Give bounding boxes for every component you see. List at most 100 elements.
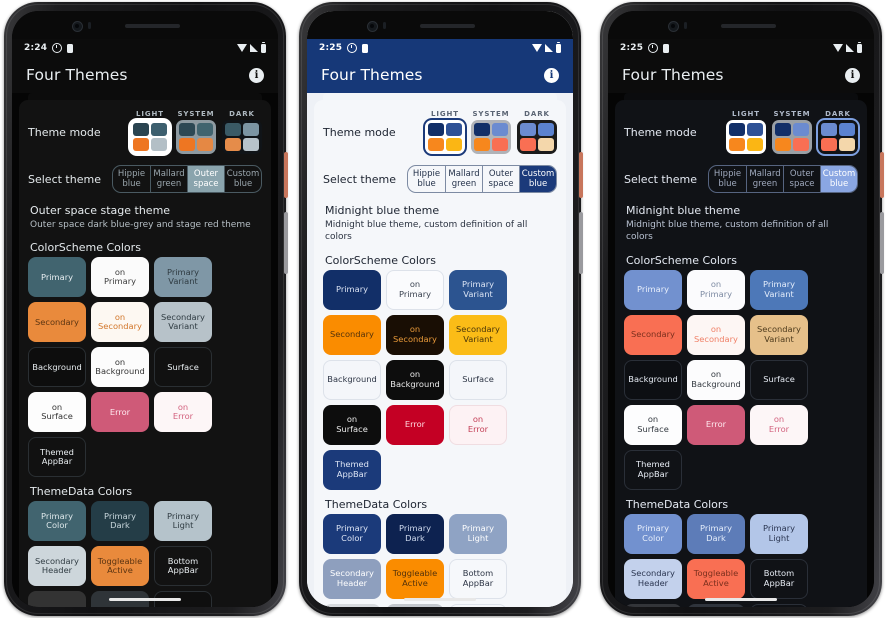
theme-mode-swatch-box[interactable] [130,120,170,154]
volume-button[interactable] [579,212,583,274]
theme-option-line1: Mallard [749,168,781,179]
color-chip-label: Surface [167,362,199,373]
theme-mode-caption: DARK [229,110,255,118]
theme-option-line2: green [752,179,778,189]
theme-mode-swatch-box[interactable] [425,120,465,154]
volume-button[interactable] [880,212,884,274]
power-button[interactable] [284,152,288,198]
theme-option-outer-space[interactable]: Outer space [482,165,519,193]
theme-option-line2: green [156,179,182,189]
color-chip-label: Primary Dark [700,523,732,543]
theme-card: Theme mode LIGHT SYSTEM DARK Select theme Hip… [314,100,566,607]
status-bar-left: 2:25 [620,43,670,53]
color-chip-line2: AppBar [763,577,795,588]
theme-option-hippie-blue[interactable]: Hippie blue [408,166,445,192]
color-chip-label: Bottom AppBar [168,556,198,576]
color-chip-label: Toggleable Active [393,568,437,588]
color-chip-label: Secondary Header [35,556,79,576]
color-chip-label: Primary Variant [167,267,199,287]
notch-bar [12,11,278,39]
power-button[interactable] [880,152,884,198]
color-chip-label: Surface [763,374,795,385]
theme-mode-swatch-box[interactable] [818,120,858,154]
color-chip: Primary [28,257,86,298]
volume-button[interactable] [284,212,288,274]
swatch-4 [793,138,809,151]
theme-option-hippie-blue[interactable]: Hippie blue [113,166,150,192]
theme-mode-swatch-box[interactable] [517,120,557,154]
swatch-4 [197,138,213,151]
front-camera-icon [72,21,83,32]
theme-mode-swatch-box[interactable] [471,120,511,154]
color-chip: Secondary [624,314,682,355]
theme-option-mallard-green[interactable]: Mallard green [150,165,187,193]
theme-mode-option-system[interactable]: SYSTEM [176,110,216,154]
theme-option-outer-space[interactable]: Outer space [783,165,820,193]
theme-mode-caption: SYSTEM [177,110,215,118]
color-chip-line1: Error [705,418,727,429]
theme-option-mallard-green[interactable]: Mallard green [746,165,783,193]
theme-option-custom-blue[interactable]: Custom blue [224,165,261,193]
theme-option-custom-blue[interactable]: Custom blue [820,165,857,193]
theme-mode-caption: LIGHT [431,110,459,118]
theme-option-hippie-blue[interactable]: Hippie blue [709,166,746,192]
theme-option-custom-blue[interactable]: Custom blue [519,165,556,193]
theme-option-outer-space[interactable]: Outer space [187,165,224,193]
theme-mode-option-system[interactable]: SYSTEM [471,110,511,154]
color-chip-label: Background [327,374,377,385]
home-indicator[interactable] [109,598,181,601]
color-chip-label: Primary Dark [399,523,431,543]
swatch-3 [729,138,745,151]
battery-icon [261,41,266,53]
theme-selector-segmented[interactable]: Hippie blue Mallard green Outer space Custom bl… [708,164,858,194]
color-chip-label: Bottom AppBar [463,568,493,588]
color-chip-label: Toggleable Active [98,556,142,576]
info-icon[interactable]: i [845,67,860,83]
color-chip: Bottom AppBar [449,558,507,599]
wifi-icon [833,44,843,52]
swatch-2 [538,123,554,136]
signal-icon [846,44,854,52]
theme-mode-option-dark[interactable]: DARK [517,110,557,154]
theme-mode-option-light[interactable]: LIGHT [425,110,465,154]
theme-option-line2: blue [122,179,141,189]
theme-selector-segmented[interactable]: Hippie blue Mallard green Outer space Custom bl… [112,164,262,194]
swatch-3 [520,138,536,151]
theme-selector-segmented[interactable]: Hippie blue Mallard green Outer space Custom bl… [407,164,557,194]
theme-mode-option-system[interactable]: SYSTEM [772,110,812,154]
theme-mode-option-light[interactable]: LIGHT [130,110,170,154]
theme-mode-swatch-box[interactable] [222,120,262,154]
theme-mode-swatch-box[interactable] [772,120,812,154]
theme-option-mallard-green[interactable]: Mallard green [445,165,482,193]
app-root: 2:25 Four Themes i Theme mode LIGHT SYSTEM DAR… [307,11,573,607]
home-indicator[interactable] [404,598,476,601]
swatch-1 [729,123,745,136]
theme-mode-option-light[interactable]: LIGHT [726,110,766,154]
home-indicator[interactable] [705,598,777,601]
color-chip: Themed AppBar [28,437,86,478]
color-chip: Primary Color [624,513,682,554]
info-icon[interactable]: i [544,67,559,83]
swatch-2 [747,123,763,136]
scroll-content[interactable]: Theme mode LIGHT SYSTEM DARK Select theme Hip… [307,93,573,607]
info-icon[interactable]: i [249,67,264,83]
app-bar: Four Themes i [307,57,573,93]
color-chip: on Background [91,347,149,388]
theme-mode-option-dark[interactable]: DARK [818,110,858,154]
color-chip: Primary Color [28,501,86,542]
color-chip-label: on Secondary [393,324,437,344]
color-chip: Primary Dark [386,513,444,554]
power-button[interactable] [579,152,583,198]
color-chip: Primary Light [449,513,507,554]
theme-mode-swatch-box[interactable] [176,120,216,154]
swatch-3 [821,138,837,151]
color-chip: Primary Light [750,513,808,554]
color-chip: Secondary Header [323,558,381,599]
scroll-content[interactable]: Theme mode LIGHT SYSTEM DARK Select theme Hip… [608,93,874,607]
theme-mode-swatch-box[interactable] [726,120,766,154]
scroll-content[interactable]: Theme mode LIGHT SYSTEM DARK Select theme Hip… [12,93,278,607]
theme-option-line1: Hippie [713,168,742,179]
color-chip: Canvas [750,603,808,607]
color-chip-line1: Primary [636,283,670,294]
theme-mode-option-dark[interactable]: DARK [222,110,262,154]
